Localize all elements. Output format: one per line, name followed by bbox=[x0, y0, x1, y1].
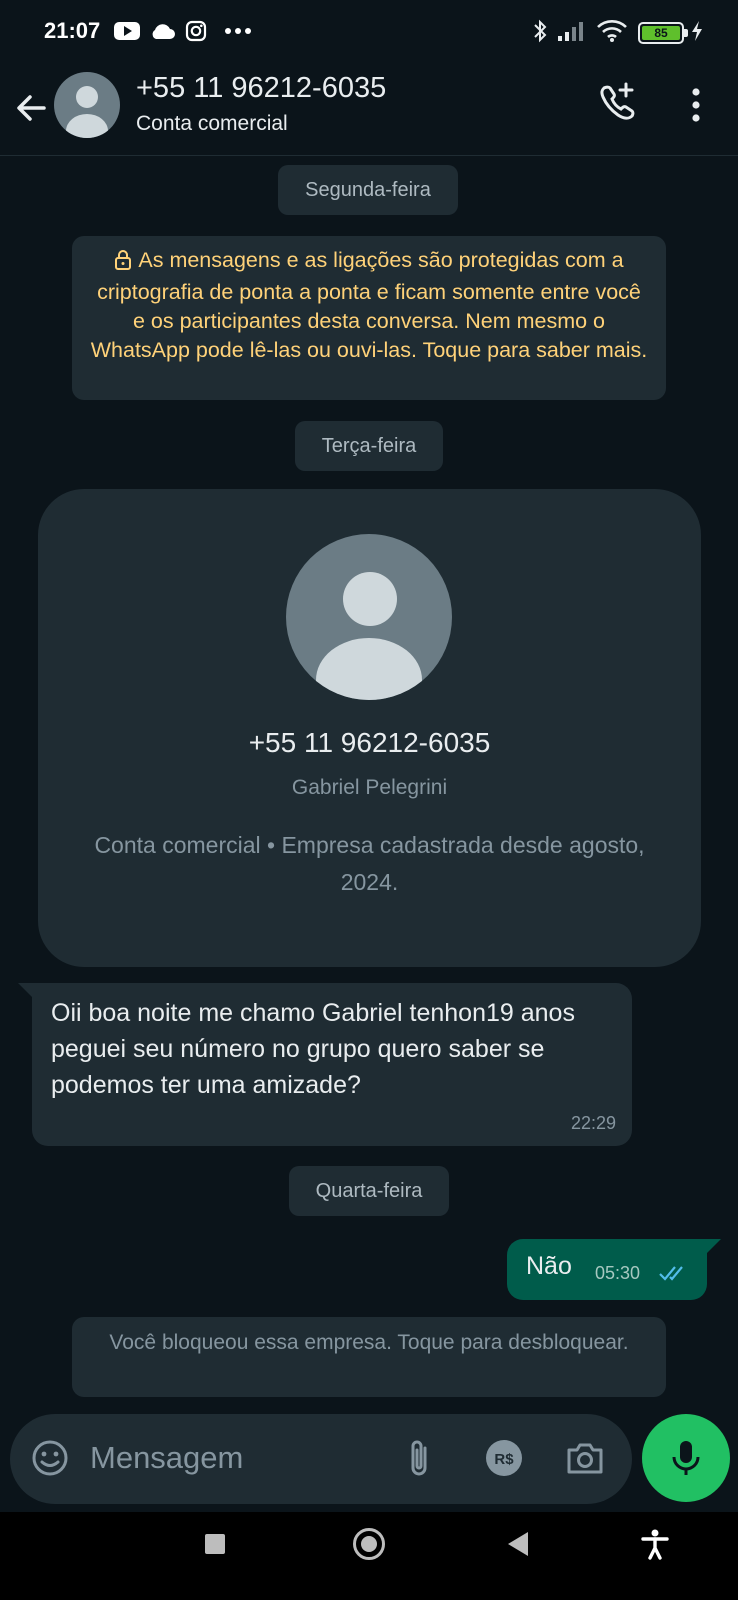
signal-icon bbox=[556, 18, 586, 44]
status-bar: 21:07 85 bbox=[0, 0, 738, 64]
chat-header: +55 11 96212-6035 Conta comercial bbox=[0, 64, 738, 156]
encryption-notice[interactable]: As mensagens e as ligações são protegida… bbox=[72, 236, 666, 400]
business-avatar[interactable] bbox=[286, 534, 452, 700]
message-input[interactable]: Mensagem bbox=[90, 1440, 243, 1476]
business-person-name: Gabriel Pelegrini bbox=[291, 776, 448, 799]
business-info-card: +55 11 96212-6035 Gabriel Pelegrini Cont… bbox=[38, 489, 701, 967]
business-info-text: Conta comercial • Empresa cadastrada des… bbox=[94, 832, 645, 895]
battery-icon: 85 bbox=[638, 22, 688, 44]
date-chip-monday: Segunda-feira bbox=[278, 165, 458, 215]
system-navigation-bar bbox=[0, 1512, 738, 1600]
cloud-icon bbox=[149, 18, 175, 44]
outgoing-message[interactable]: Não 05:30 bbox=[507, 1239, 721, 1300]
home-button[interactable] bbox=[353, 1528, 385, 1560]
payment-icon[interactable]: R$ bbox=[484, 1438, 524, 1483]
camera-icon[interactable] bbox=[564, 1438, 606, 1483]
voice-message-button[interactable] bbox=[642, 1414, 730, 1502]
status-time: 21:07 bbox=[44, 18, 101, 43]
svg-text:R$: R$ bbox=[494, 1451, 514, 1468]
emoji-icon[interactable] bbox=[30, 1438, 70, 1483]
outgoing-message-text: Não bbox=[526, 1252, 572, 1280]
message-composer: Mensagem R$ bbox=[10, 1414, 632, 1504]
read-ticks-icon bbox=[658, 1263, 690, 1288]
add-call-icon[interactable] bbox=[596, 80, 640, 124]
contact-name[interactable]: +55 11 96212-6035 bbox=[136, 72, 386, 105]
attach-icon[interactable] bbox=[402, 1436, 436, 1485]
charging-icon bbox=[690, 18, 704, 44]
date-chip-wednesday: Quarta-feira bbox=[289, 1166, 449, 1216]
recents-button[interactable] bbox=[205, 1534, 225, 1554]
blocked-business-notice[interactable]: Você bloqueou essa empresa. Toque para d… bbox=[72, 1317, 666, 1397]
encryption-notice-text: As mensagens e as ligações são protegida… bbox=[90, 248, 648, 362]
youtube-icon bbox=[114, 18, 140, 44]
outgoing-message-time: 05:30 bbox=[595, 1263, 641, 1283]
wifi-icon bbox=[596, 18, 628, 44]
date-chip-tuesday: Terça-feira bbox=[295, 421, 443, 471]
incoming-message-text: Oii boa noite me chamo Gabriel tenhon19 … bbox=[51, 999, 575, 1099]
system-back-button[interactable] bbox=[508, 1532, 528, 1556]
business-phone: +55 11 96212-6035 bbox=[248, 727, 491, 758]
incoming-message-time: 22:29 bbox=[570, 1113, 616, 1133]
battery-level: 85 bbox=[642, 26, 680, 40]
bluetooth-icon bbox=[532, 18, 548, 44]
back-arrow-icon[interactable] bbox=[10, 86, 54, 130]
more-dots-icon bbox=[224, 18, 252, 44]
accessibility-icon[interactable] bbox=[640, 1528, 670, 1565]
incoming-message[interactable]: Oii boa noite me chamo Gabriel tenhon19 … bbox=[18, 983, 632, 1146]
contact-avatar[interactable] bbox=[54, 72, 120, 138]
more-options-icon[interactable] bbox=[680, 82, 712, 126]
lock-icon bbox=[114, 249, 132, 278]
instagram-icon bbox=[185, 18, 207, 44]
contact-subtitle: Conta comercial bbox=[136, 112, 288, 135]
microphone-icon bbox=[672, 1441, 700, 1475]
